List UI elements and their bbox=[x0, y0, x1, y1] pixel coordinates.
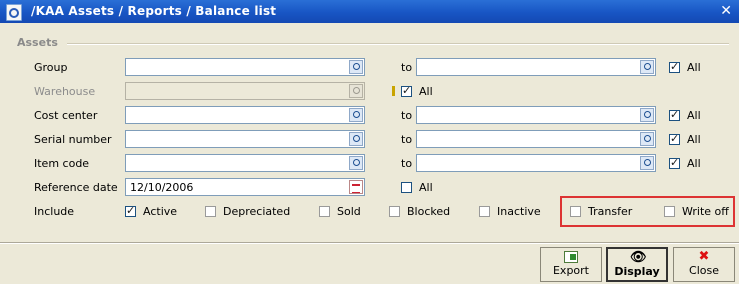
title-bar: /KAA Assets / Reports / Balance list ✕ bbox=[0, 0, 739, 23]
lookup-icon[interactable] bbox=[640, 108, 654, 122]
include-active-label: Active bbox=[143, 205, 178, 218]
cost-center-to-input[interactable] bbox=[416, 106, 656, 124]
group-to-label: to bbox=[401, 61, 413, 74]
serial-number-to-label: to bbox=[401, 133, 413, 146]
serial-number-from-input[interactable] bbox=[125, 130, 365, 148]
lookup-icon[interactable] bbox=[349, 132, 363, 146]
warehouse-label: Warehouse bbox=[34, 85, 96, 98]
field-marker bbox=[392, 86, 395, 96]
reference-date-all-checkbox[interactable] bbox=[401, 182, 412, 193]
app-icon bbox=[6, 4, 22, 21]
lookup-icon[interactable] bbox=[640, 156, 654, 170]
window-title: /KAA Assets / Reports / Balance list bbox=[31, 4, 277, 18]
eye-icon: 👁 bbox=[630, 250, 647, 265]
lookup-icon[interactable] bbox=[349, 156, 363, 170]
include-blocked-checkbox[interactable] bbox=[389, 206, 400, 217]
lookup-icon bbox=[349, 84, 363, 98]
display-label: Display bbox=[614, 265, 660, 278]
lookup-icon[interactable] bbox=[640, 132, 654, 146]
group-label: Group bbox=[34, 61, 68, 74]
group-divider bbox=[67, 43, 729, 45]
include-sold-label: Sold bbox=[337, 205, 361, 218]
close-icon: ✖ bbox=[698, 249, 710, 264]
reference-date-value: 12/10/2006 bbox=[130, 181, 194, 194]
include-label: Include bbox=[34, 205, 75, 218]
reference-date-all-label: All bbox=[419, 181, 433, 194]
group-all-checkbox[interactable] bbox=[669, 60, 680, 73]
cost-center-all-label: All bbox=[687, 109, 701, 122]
group-to-input[interactable] bbox=[416, 58, 656, 76]
close-label: Close bbox=[689, 264, 719, 277]
include-inactive-label: Inactive bbox=[497, 205, 541, 218]
export-label: Export bbox=[552, 264, 589, 277]
display-button[interactable]: 👁 Display bbox=[606, 247, 668, 282]
assets-group-label: Assets bbox=[17, 36, 58, 49]
lookup-icon[interactable] bbox=[349, 60, 363, 74]
balance-list-window: /KAA Assets / Reports / Balance list ✕ A… bbox=[0, 0, 739, 284]
calendar-icon[interactable] bbox=[349, 180, 363, 194]
cost-center-from-input[interactable] bbox=[125, 106, 365, 124]
lookup-icon[interactable] bbox=[640, 60, 654, 74]
reference-date-input[interactable]: 12/10/2006 bbox=[125, 178, 365, 196]
item-code-label: Item code bbox=[34, 157, 90, 170]
serial-number-to-input[interactable] bbox=[416, 130, 656, 148]
warehouse-all-label: All bbox=[419, 85, 433, 98]
item-code-to-label: to bbox=[401, 157, 413, 170]
highlight-box bbox=[560, 196, 735, 227]
item-code-all-label: All bbox=[687, 157, 701, 170]
include-depreciated-label: Depreciated bbox=[223, 205, 291, 218]
item-code-all-checkbox[interactable] bbox=[669, 156, 680, 169]
include-inactive-checkbox[interactable] bbox=[479, 206, 490, 217]
warehouse-all-checkbox[interactable] bbox=[401, 84, 412, 97]
footer-divider-highlight bbox=[0, 243, 739, 244]
export-button[interactable]: Export bbox=[540, 247, 602, 282]
window-close-icon[interactable]: ✕ bbox=[720, 3, 732, 19]
warehouse-input[interactable] bbox=[125, 82, 365, 100]
include-active-checkbox[interactable] bbox=[125, 204, 136, 217]
cost-center-all-checkbox[interactable] bbox=[669, 108, 680, 121]
item-code-from-input[interactable] bbox=[125, 154, 365, 172]
group-all-label: All bbox=[687, 61, 701, 74]
close-button[interactable]: ✖ Close bbox=[673, 247, 735, 282]
item-code-to-input[interactable] bbox=[416, 154, 656, 172]
cost-center-label: Cost center bbox=[34, 109, 98, 122]
include-sold-checkbox[interactable] bbox=[319, 206, 330, 217]
group-from-input[interactable] bbox=[125, 58, 365, 76]
serial-number-all-label: All bbox=[687, 133, 701, 146]
export-icon bbox=[564, 251, 578, 263]
include-depreciated-checkbox[interactable] bbox=[205, 206, 216, 217]
serial-number-all-checkbox[interactable] bbox=[669, 132, 680, 145]
cost-center-to-label: to bbox=[401, 109, 413, 122]
serial-number-label: Serial number bbox=[34, 133, 112, 146]
reference-date-label: Reference date bbox=[34, 181, 118, 194]
lookup-icon[interactable] bbox=[349, 108, 363, 122]
include-blocked-label: Blocked bbox=[407, 205, 451, 218]
